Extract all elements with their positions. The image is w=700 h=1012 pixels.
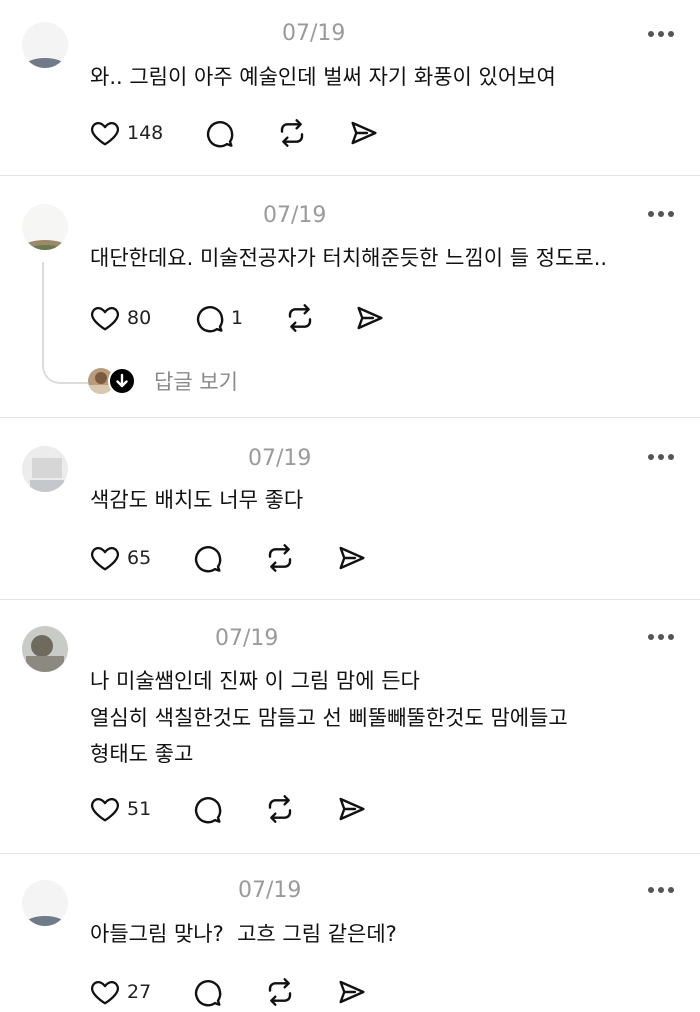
like-button[interactable]: 148 (89, 117, 169, 153)
more-dots-icon[interactable] (648, 634, 674, 642)
reply-button[interactable] (192, 793, 232, 829)
comment-bubble-icon (194, 797, 222, 824)
send-icon (339, 797, 365, 821)
like-count: 65 (127, 547, 152, 569)
like-count: 27 (127, 981, 152, 1003)
repost-icon (268, 978, 292, 1006)
comment-1: 07/19 와.. 그림이 아주 예술인데 벌써 자기 화풍이 있어보여 148 (0, 0, 700, 176)
repost-icon (268, 795, 292, 823)
comment-text-line-1: 나 미술쌤인데 진짜 이 그림 맘에 든다 (90, 669, 420, 693)
share-button[interactable] (354, 302, 390, 338)
repost-button[interactable] (264, 542, 300, 578)
heart-icon (91, 981, 119, 1005)
comment-text-line-2: 열심히 색칠한것도 맘들고 선 삐뚤빼뚤한것도 맘에들고 (90, 706, 568, 730)
comment-bubble-icon (194, 546, 222, 573)
repost-icon (268, 544, 292, 572)
more-dots-icon[interactable] (648, 454, 674, 462)
send-icon (339, 980, 365, 1004)
repost-icon (288, 304, 312, 332)
repost-icon (280, 119, 304, 147)
reply-count: 1 (231, 307, 244, 329)
like-count: 51 (127, 798, 152, 820)
comment-bubble-icon (206, 121, 234, 148)
comment-date: 07/19 (263, 203, 327, 228)
avatar[interactable] (22, 204, 68, 250)
more-dots-icon[interactable] (648, 211, 674, 219)
share-button[interactable] (336, 793, 372, 829)
comment-text: 대단한데요. 미술전공자가 터치해준듯한 느낌이 들 정도로.. (90, 246, 608, 270)
avatar[interactable] (22, 626, 68, 672)
avatar[interactable] (22, 880, 68, 926)
repost-button[interactable] (264, 793, 300, 829)
like-count: 80 (127, 307, 152, 329)
heart-icon (91, 307, 119, 331)
view-replies-label: 답글 보기 (154, 370, 238, 394)
comment-2: 07/19 대단한데요. 미술전공자가 터치해준듯한 느낌이 들 정도로.. 8… (0, 176, 700, 418)
send-icon (339, 546, 365, 570)
comment-text: 색감도 배치도 너무 좋다 (90, 488, 304, 512)
reply-button[interactable] (204, 117, 244, 153)
like-button[interactable]: 51 (89, 793, 169, 829)
more-dots-icon[interactable] (648, 31, 674, 39)
comment-3: 07/19 색감도 배치도 너무 좋다 65 (0, 418, 700, 600)
comment-4: 07/19 나 미술쌤인데 진짜 이 그림 맘에 든다 열심히 색칠한것도 맘들… (0, 600, 700, 854)
like-button[interactable]: 65 (89, 542, 169, 578)
view-replies[interactable]: 답글 보기 (88, 364, 268, 398)
heart-icon (91, 121, 119, 146)
repost-button[interactable] (264, 976, 300, 1012)
send-icon (351, 121, 377, 145)
reply-button[interactable]: 1 (194, 302, 254, 338)
reply-button[interactable] (192, 542, 232, 578)
comment-bubble-icon (194, 980, 222, 1007)
arrow-down-icon (108, 367, 136, 395)
avatar[interactable] (22, 22, 68, 68)
more-dots-icon[interactable] (648, 887, 674, 895)
avatar[interactable] (22, 446, 68, 492)
heart-icon (91, 798, 119, 822)
share-button[interactable] (336, 976, 372, 1012)
comment-date: 07/19 (238, 878, 302, 903)
like-button[interactable]: 80 (89, 302, 169, 338)
comment-bubble-icon (196, 306, 224, 333)
reply-button[interactable] (192, 976, 232, 1012)
share-button[interactable] (336, 542, 372, 578)
comment-date: 07/19 (215, 626, 279, 651)
share-button[interactable] (348, 117, 384, 153)
send-icon (357, 306, 383, 330)
comment-date: 07/19 (248, 446, 312, 471)
comment-text: 아들그림 맞나? 고흐 그림 같은데? (90, 922, 397, 946)
like-count: 148 (127, 122, 164, 144)
comment-date: 07/19 (282, 21, 346, 46)
heart-icon (91, 547, 119, 571)
thread-line (42, 262, 88, 384)
comment-text-line-3: 형태도 좋고 (90, 742, 194, 766)
repost-button[interactable] (276, 117, 312, 153)
comment-text: 와.. 그림이 아주 예술인데 벌써 자기 화풍이 있어보여 (90, 65, 556, 89)
like-button[interactable]: 27 (89, 976, 169, 1012)
comment-5: 07/19 아들그림 맞나? 고흐 그림 같은데? 27 (0, 854, 700, 1012)
repost-button[interactable] (284, 302, 320, 338)
